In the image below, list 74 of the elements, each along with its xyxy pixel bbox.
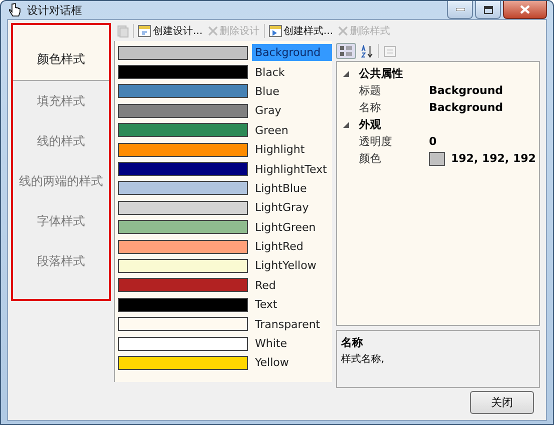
categorized-icon bbox=[339, 45, 353, 57]
color-name[interactable]: LightYellow bbox=[252, 257, 332, 274]
color-swatch[interactable] bbox=[118, 278, 248, 292]
category-label: 公共属性 bbox=[359, 66, 403, 81]
color-name[interactable]: Transparent bbox=[252, 316, 332, 333]
property-name: 透明度 bbox=[358, 134, 393, 149]
maximize-button[interactable] bbox=[475, 1, 501, 19]
minimize-button[interactable] bbox=[447, 1, 473, 19]
color-name[interactable]: Red bbox=[252, 276, 332, 294]
property-pages-icon bbox=[384, 46, 396, 56]
hand-icon bbox=[9, 2, 21, 18]
property-name: 名称 bbox=[358, 100, 382, 115]
property-value[interactable]: 0 bbox=[429, 135, 437, 148]
close-icon bbox=[520, 5, 530, 14]
color-name[interactable]: Highlight bbox=[252, 141, 332, 158]
minimize-icon bbox=[456, 8, 464, 11]
color-name[interactable]: Gray bbox=[252, 102, 332, 120]
sidebar-tab[interactable]: 字体样式 bbox=[13, 201, 109, 241]
description-text: 样式名称, bbox=[341, 352, 384, 366]
color-swatch[interactable] bbox=[118, 104, 248, 118]
property-value[interactable]: Background bbox=[429, 101, 504, 114]
color-name[interactable]: Background bbox=[252, 44, 332, 62]
color-swatch[interactable] bbox=[118, 46, 248, 60]
create-button[interactable]: 创建样式... bbox=[268, 24, 334, 38]
property-name: 颜色 bbox=[358, 151, 382, 166]
color-swatch[interactable] bbox=[118, 356, 248, 370]
color-name[interactable]: Green bbox=[252, 122, 332, 139]
sort-az-icon bbox=[361, 44, 373, 58]
color-name[interactable]: Yellow bbox=[252, 354, 332, 372]
color-swatch[interactable] bbox=[118, 65, 248, 80]
color-name[interactable]: LightBlue bbox=[252, 180, 332, 197]
color-swatch[interactable] bbox=[118, 142, 248, 157]
color-swatch[interactable] bbox=[118, 220, 248, 234]
window-icon bbox=[138, 25, 151, 37]
sidebar-tab[interactable]: 线的两端的样式 bbox=[13, 161, 109, 201]
color-swatch[interactable] bbox=[118, 317, 248, 332]
category-label: 外观 bbox=[359, 117, 381, 132]
color-swatch[interactable] bbox=[118, 258, 248, 273]
color-swatch[interactable] bbox=[118, 336, 248, 351]
color-name[interactable]: Black bbox=[252, 64, 332, 81]
close-dialog-button[interactable]: 关闭 bbox=[470, 391, 534, 414]
expanded-icon[interactable] bbox=[343, 70, 349, 76]
delete-icon bbox=[338, 26, 348, 36]
window-title: 设计对话框 bbox=[27, 2, 82, 18]
color-swatch[interactable] bbox=[118, 240, 248, 254]
close-button[interactable] bbox=[503, 1, 547, 19]
color-name[interactable]: LightRed bbox=[252, 238, 332, 256]
color-name[interactable]: LightGreen bbox=[252, 218, 332, 236]
color-name[interactable]: Text bbox=[252, 296, 332, 314]
categorized-button[interactable] bbox=[336, 43, 356, 59]
delete-icon bbox=[208, 26, 218, 36]
description-title: 名称 bbox=[341, 335, 363, 350]
color-name[interactable]: HighlightText bbox=[252, 160, 332, 178]
color-swatch[interactable] bbox=[118, 181, 248, 196]
color-swatch[interactable] bbox=[118, 200, 248, 215]
maximize-icon bbox=[484, 6, 492, 14]
property-name: 标题 bbox=[358, 83, 382, 98]
property-value[interactable]: 192, 192, 192 bbox=[451, 152, 536, 165]
sidebar-tab[interactable]: 段落样式 bbox=[13, 241, 109, 281]
color-swatch[interactable] bbox=[118, 298, 248, 312]
expanded-icon[interactable] bbox=[343, 122, 349, 128]
color-name[interactable]: Blue bbox=[252, 82, 332, 100]
color-name[interactable]: LightGray bbox=[252, 199, 332, 216]
window-icon bbox=[268, 25, 282, 37]
sidebar-tab[interactable]: 颜色样式 bbox=[13, 25, 109, 81]
color-name[interactable]: White bbox=[252, 335, 332, 352]
copy-icon bbox=[117, 24, 129, 38]
sidebar-tab[interactable]: 填充样式 bbox=[13, 81, 109, 121]
property-value[interactable]: Background bbox=[429, 84, 504, 97]
color-swatch[interactable] bbox=[118, 84, 248, 98]
color-swatch[interactable] bbox=[118, 123, 248, 138]
sidebar-tab[interactable]: 线的样式 bbox=[13, 121, 109, 161]
color-swatch[interactable] bbox=[118, 162, 248, 176]
create-button[interactable]: 创建设计... bbox=[137, 24, 204, 38]
